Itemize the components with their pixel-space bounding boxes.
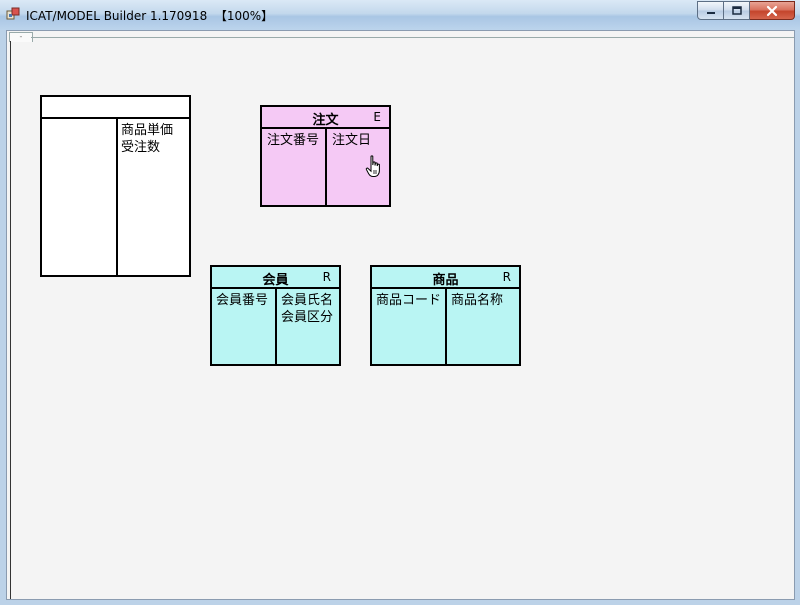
canvas-left-border: [10, 41, 11, 599]
canvas-tab-line: [31, 37, 794, 38]
key-item: 注文番号: [267, 133, 320, 148]
entity-product-keys: 商品コード: [376, 292, 441, 309]
app-icon: [6, 7, 20, 20]
entity-member-type-tag: R: [322, 270, 331, 284]
attribute-item: 注文日: [332, 133, 372, 148]
entity-member[interactable]: 会員 R 会員番号 会員氏名 会員区分: [210, 265, 341, 366]
close-button[interactable]: [750, 1, 795, 20]
entity-member-header: 会員 R: [212, 267, 339, 289]
attribute-item: 会員氏名: [281, 293, 334, 308]
attribute-item: 商品名称: [451, 293, 504, 308]
entity-product-header: 商品 R: [372, 267, 519, 289]
entity-product-name: 商品: [432, 273, 459, 288]
window-title: ICAT/MODEL Builder 1.170918 【100%】: [26, 9, 274, 23]
entity-order-name: 注文: [312, 113, 339, 128]
window-frame: - 商品単価 受注数 注文 E 注文番号 注文日 会員 R 会員番号 会員氏名 …: [0, 30, 800, 605]
key-item: 商品コード: [376, 293, 442, 308]
entity-member-attributes: 会員氏名 会員区分: [281, 292, 333, 326]
minimize-icon: [706, 11, 715, 14]
entity-divider: [445, 289, 447, 364]
hand-pointer-icon: [365, 155, 380, 177]
entity-divider: [325, 129, 327, 205]
window-controls: [697, 1, 795, 21]
maximize-icon: [731, 5, 742, 15]
attribute-item: 受注数: [121, 140, 161, 155]
attribute-item: 会員区分: [281, 310, 334, 325]
entity-order-header: 注文 E: [262, 107, 389, 129]
attribute-item: 商品単価: [121, 123, 174, 138]
entity-member-keys: 会員番号: [216, 292, 268, 309]
entity-divider: [275, 289, 277, 364]
title-bar[interactable]: ICAT/MODEL Builder 1.170918 【100%】: [0, 0, 800, 30]
entity-order-attributes: 注文日: [332, 132, 371, 149]
entity-product-attributes: 商品名称: [451, 292, 503, 309]
entity-unnamed[interactable]: 商品単価 受注数: [40, 95, 191, 277]
diagram-canvas[interactable]: - 商品単価 受注数 注文 E 注文番号 注文日 会員 R 会員番号 会員氏名 …: [6, 30, 795, 600]
entity-order-type-tag: E: [373, 110, 381, 124]
minimize-button[interactable]: [697, 1, 724, 20]
entity-product-type-tag: R: [502, 270, 511, 284]
entity-member-name: 会員: [262, 273, 289, 288]
close-icon: [766, 5, 778, 16]
canvas-tab[interactable]: -: [9, 32, 33, 42]
entity-unnamed-header: [42, 97, 189, 119]
key-item: 会員番号: [216, 293, 269, 308]
entity-divider: [116, 119, 118, 275]
entity-order-keys: 注文番号: [267, 132, 319, 149]
entity-product[interactable]: 商品 R 商品コード 商品名称: [370, 265, 521, 366]
maximize-button[interactable]: [724, 1, 750, 20]
entity-unnamed-attributes: 商品単価 受注数: [121, 122, 173, 156]
